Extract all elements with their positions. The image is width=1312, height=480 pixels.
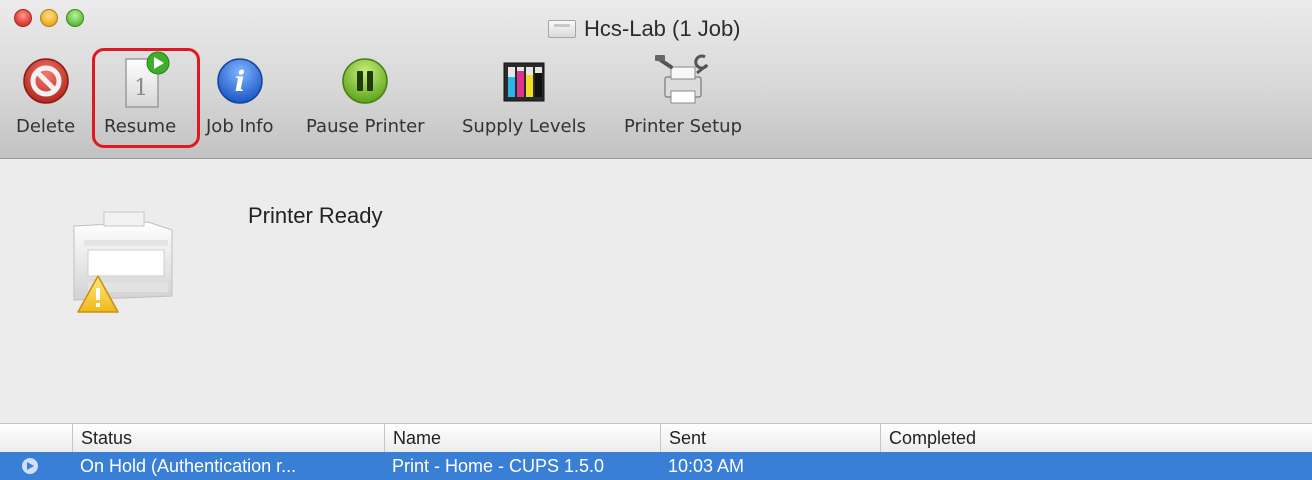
printer-status-area: [0, 159, 1312, 423]
minimize-window-button[interactable]: [40, 9, 58, 27]
column-header-name[interactable]: Name: [384, 424, 660, 452]
toolbar: Hcs-Lab (1 Job) Delete 1 Resume i Job In…: [0, 0, 1312, 159]
job-info-label: Job Info: [206, 116, 274, 137]
printer-setup-label: Printer Setup: [624, 116, 742, 137]
window-title-bar: Hcs-Lab (1 Job): [548, 14, 741, 44]
supply-levels-label: Supply Levels: [462, 116, 586, 137]
printer-queue-icon: [548, 20, 576, 38]
pause-icon: [340, 50, 390, 112]
job-status-cell: On Hold (Authentication r...: [80, 456, 297, 476]
printer-status-message: Printer Ready: [248, 203, 383, 228]
ink-levels-icon: [498, 50, 550, 112]
delete-icon: [20, 50, 72, 112]
printer-queue-window: Hcs-Lab (1 Job) Delete 1 Resume i Job In…: [0, 0, 1312, 480]
resume-highlight-box: [92, 48, 200, 148]
job-info-button[interactable]: i Job Info: [206, 50, 274, 137]
svg-text:i: i: [234, 65, 245, 98]
printer-warning-icon: [48, 200, 188, 325]
job-sent-cell: 10:03 AM: [668, 456, 745, 476]
column-header-status[interactable]: Status: [72, 424, 384, 452]
supply-levels-button[interactable]: Supply Levels: [462, 50, 586, 137]
printer-tools-icon: [653, 50, 713, 112]
pause-printer-label: Pause Printer: [306, 116, 425, 137]
zoom-window-button[interactable]: [66, 9, 84, 27]
pause-printer-button[interactable]: Pause Printer: [306, 50, 425, 137]
window-title: Hcs-Lab (1 Job): [584, 16, 741, 41]
column-header-completed[interactable]: Completed: [880, 424, 1312, 452]
column-header-sent[interactable]: Sent: [660, 424, 880, 452]
jobs-table-header: Status Name Sent Completed: [0, 423, 1312, 453]
delete-label: Delete: [16, 116, 76, 137]
table-row[interactable]: On Hold (Authentication r... Print - Hom…: [0, 452, 1312, 480]
close-window-button[interactable]: [14, 9, 32, 27]
job-name-cell: Print - Home - CUPS 1.5.0: [392, 456, 605, 476]
printer-setup-button[interactable]: Printer Setup: [624, 50, 742, 137]
info-icon: i: [215, 50, 265, 112]
job-status-arrow-icon: [22, 458, 38, 474]
delete-button[interactable]: Delete: [16, 50, 75, 137]
